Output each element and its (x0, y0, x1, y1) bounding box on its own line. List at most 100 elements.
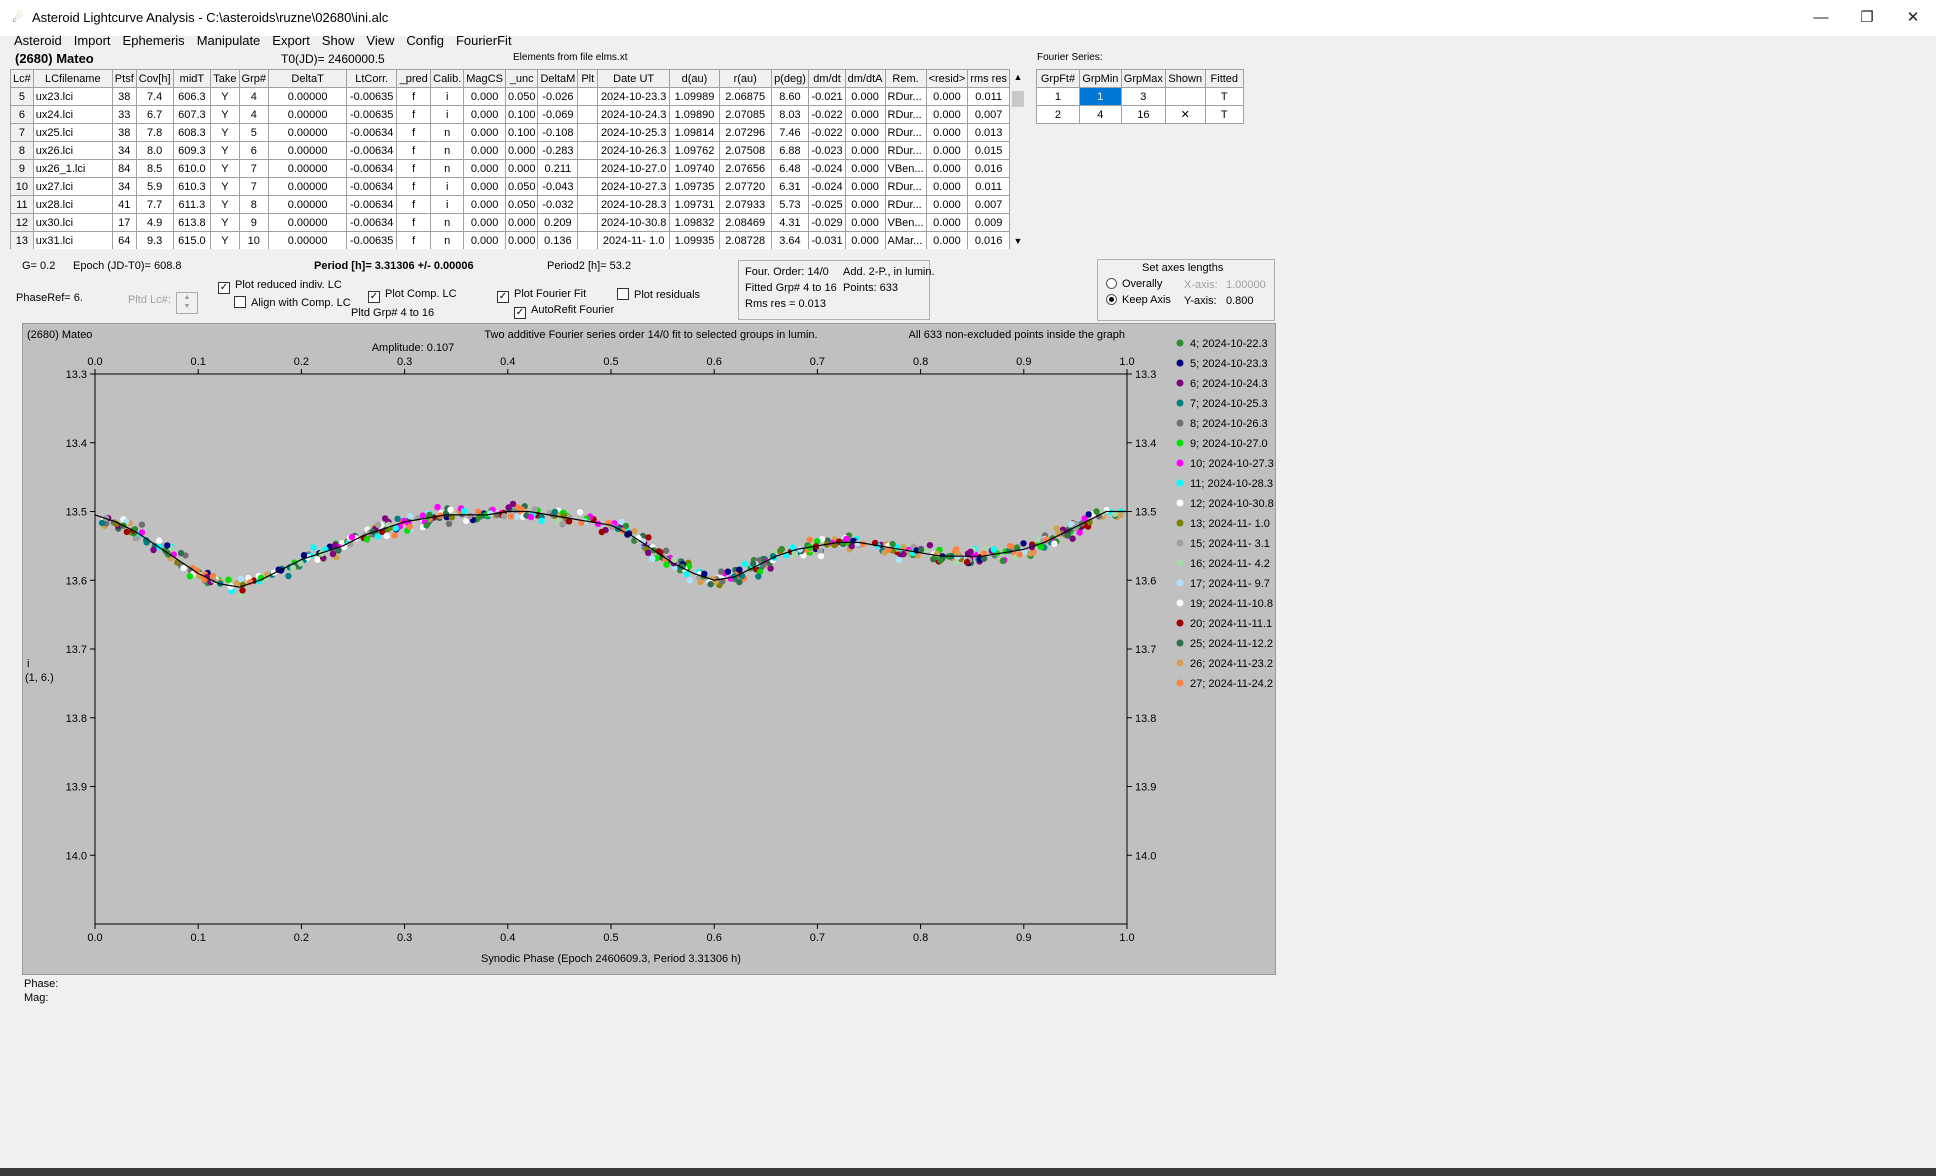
table-cell[interactable]: i (430, 87, 465, 106)
table-cell[interactable]: 10 (238, 231, 269, 249)
table-cell[interactable]: 2.07085 (718, 105, 772, 124)
fourier-cell[interactable]: 1 (1036, 87, 1080, 106)
table-cell[interactable]: RDur... (884, 105, 927, 124)
table-cell[interactable]: Y (210, 141, 240, 160)
fourier-cell[interactable]: T (1204, 105, 1245, 124)
table-cell[interactable]: ux31.lci (32, 231, 113, 249)
table-cell[interactable]: 8 (10, 141, 34, 160)
table-cell[interactable]: ux23.lci (32, 87, 113, 106)
table-cell[interactable]: RDur... (884, 87, 927, 106)
table-cell[interactable]: 2024-10-24.3 (597, 105, 671, 124)
plot-canvas[interactable]: 0.0 0.0 0.1 0.1 0.2 0.2 0.3 0.3 0.4 0.4 0.5 0.5 0.6 0… (23, 324, 1275, 974)
checkbox-empty-icon[interactable] (234, 296, 246, 308)
column-header[interactable]: Cov[h] (135, 69, 174, 88)
table-cell[interactable]: ux26.lci (32, 141, 113, 160)
align-comp-checkbox[interactable]: Align with Comp. LC (234, 296, 351, 309)
table-cell[interactable]: 5.9 (135, 177, 174, 196)
table-cell[interactable]: -0.069 (537, 105, 579, 124)
table-scrollbar[interactable]: ▲ ▼ (1010, 69, 1026, 249)
table-cell[interactable]: 2.07933 (718, 195, 772, 214)
column-header[interactable]: <resid> (925, 69, 969, 88)
table-cell[interactable]: 1.09762 (669, 141, 720, 160)
table-cell[interactable]: 0.000 (504, 213, 539, 232)
table-cell[interactable]: -0.043 (537, 177, 579, 196)
table-cell[interactable]: 2.07296 (718, 123, 772, 142)
table-cell[interactable]: 0.00000 (267, 195, 348, 214)
table-cell[interactable]: 610.0 (172, 159, 212, 178)
table-cell[interactable]: 5 (238, 123, 269, 142)
table-cell[interactable]: 0.000 (925, 195, 969, 214)
table-cell[interactable]: 6.31 (770, 177, 810, 196)
table-cell[interactable]: 1.09735 (669, 177, 720, 196)
table-cell[interactable]: f (396, 159, 432, 178)
menu-fourierfit[interactable]: FourierFit (450, 30, 518, 51)
table-cell[interactable]: 1.09935 (669, 231, 720, 249)
column-header[interactable]: rms res (967, 69, 1010, 88)
table-cell[interactable]: 0.013 (967, 123, 1010, 142)
table-cell[interactable]: n (430, 159, 465, 178)
table-cell[interactable] (577, 231, 599, 249)
table-cell[interactable]: ux25.lci (32, 123, 113, 142)
table-cell[interactable]: 0.000 (463, 123, 506, 142)
x-axis-value[interactable]: 1.00000 (1226, 279, 1266, 291)
table-cell[interactable]: -0.00634 (346, 141, 398, 160)
table-cell[interactable]: 7 (10, 123, 34, 142)
table-cell[interactable]: -0.032 (537, 195, 579, 214)
table-cell[interactable]: 7.4 (135, 87, 174, 106)
table-cell[interactable]: 0.050 (504, 195, 539, 214)
table-cell[interactable]: 0.000 (504, 159, 539, 178)
table-cell[interactable]: 0.000 (844, 141, 886, 160)
table-cell[interactable]: 0.000 (844, 87, 886, 106)
table-cell[interactable]: 2024-10-28.3 (597, 195, 671, 214)
fourier-cell[interactable]: ✕ (1164, 105, 1206, 124)
table-cell[interactable]: 8 (238, 195, 269, 214)
table-cell[interactable]: 0.016 (967, 231, 1010, 249)
table-cell[interactable] (577, 159, 599, 178)
checkbox-checked-icon[interactable]: ✓ (514, 307, 526, 319)
table-cell[interactable]: 17 (111, 213, 137, 232)
checkbox-checked-icon[interactable]: ✓ (368, 291, 380, 303)
table-cell[interactable]: -0.00635 (346, 231, 398, 249)
table-cell[interactable]: 0.000 (844, 213, 886, 232)
keep-axis-radio[interactable]: Keep Axis (1106, 294, 1171, 306)
table-cell[interactable]: 4.9 (135, 213, 174, 232)
table-cell[interactable]: 0.00000 (267, 159, 348, 178)
table-cell[interactable]: f (396, 141, 432, 160)
table-cell[interactable]: 0.009 (967, 213, 1010, 232)
y-axis-value[interactable]: 0.800 (1226, 295, 1254, 307)
table-cell[interactable]: 6.88 (770, 141, 810, 160)
table-cell[interactable]: 1.09832 (669, 213, 720, 232)
table-cell[interactable]: -0.022 (808, 105, 846, 124)
column-header[interactable]: DeltaM (537, 69, 579, 88)
table-cell[interactable]: Y (210, 195, 240, 214)
table-cell[interactable]: 6.7 (135, 105, 174, 124)
menu-config[interactable]: Config (400, 30, 450, 51)
table-cell[interactable]: 2024-10-30.8 (597, 213, 671, 232)
table-cell[interactable]: 609.3 (172, 141, 212, 160)
table-cell[interactable]: ux30.lci (32, 213, 113, 232)
table-cell[interactable]: 84 (111, 159, 137, 178)
table-cell[interactable]: 0.015 (967, 141, 1010, 160)
column-header[interactable]: Rem. (884, 69, 927, 88)
overally-radio[interactable]: Overally (1106, 278, 1162, 290)
table-cell[interactable]: 0.00000 (267, 213, 348, 232)
table-cell[interactable]: 0.000 (463, 159, 506, 178)
table-cell[interactable]: 1.09814 (669, 123, 720, 142)
table-cell[interactable]: 7 (238, 159, 269, 178)
table-cell[interactable]: 9 (10, 159, 34, 178)
table-cell[interactable]: AMar... (884, 231, 927, 249)
plot-fourier-checkbox[interactable]: ✓ Plot Fourier Fit (497, 288, 586, 303)
table-cell[interactable]: 5 (10, 87, 34, 106)
table-cell[interactable] (577, 141, 599, 160)
table-cell[interactable]: 0.011 (967, 177, 1010, 196)
table-cell[interactable]: 2024-10-25.3 (597, 123, 671, 142)
table-cell[interactable]: 9.3 (135, 231, 174, 249)
fourier-cell[interactable]: 3 (1120, 87, 1166, 106)
table-cell[interactable]: f (396, 213, 432, 232)
table-cell[interactable]: 4 (238, 87, 269, 106)
table-cell[interactable]: -0.108 (537, 123, 579, 142)
table-cell[interactable]: 38 (111, 87, 137, 106)
table-cell[interactable]: 0.100 (504, 105, 539, 124)
table-cell[interactable]: 34 (111, 177, 137, 196)
table-cell[interactable] (577, 195, 599, 214)
